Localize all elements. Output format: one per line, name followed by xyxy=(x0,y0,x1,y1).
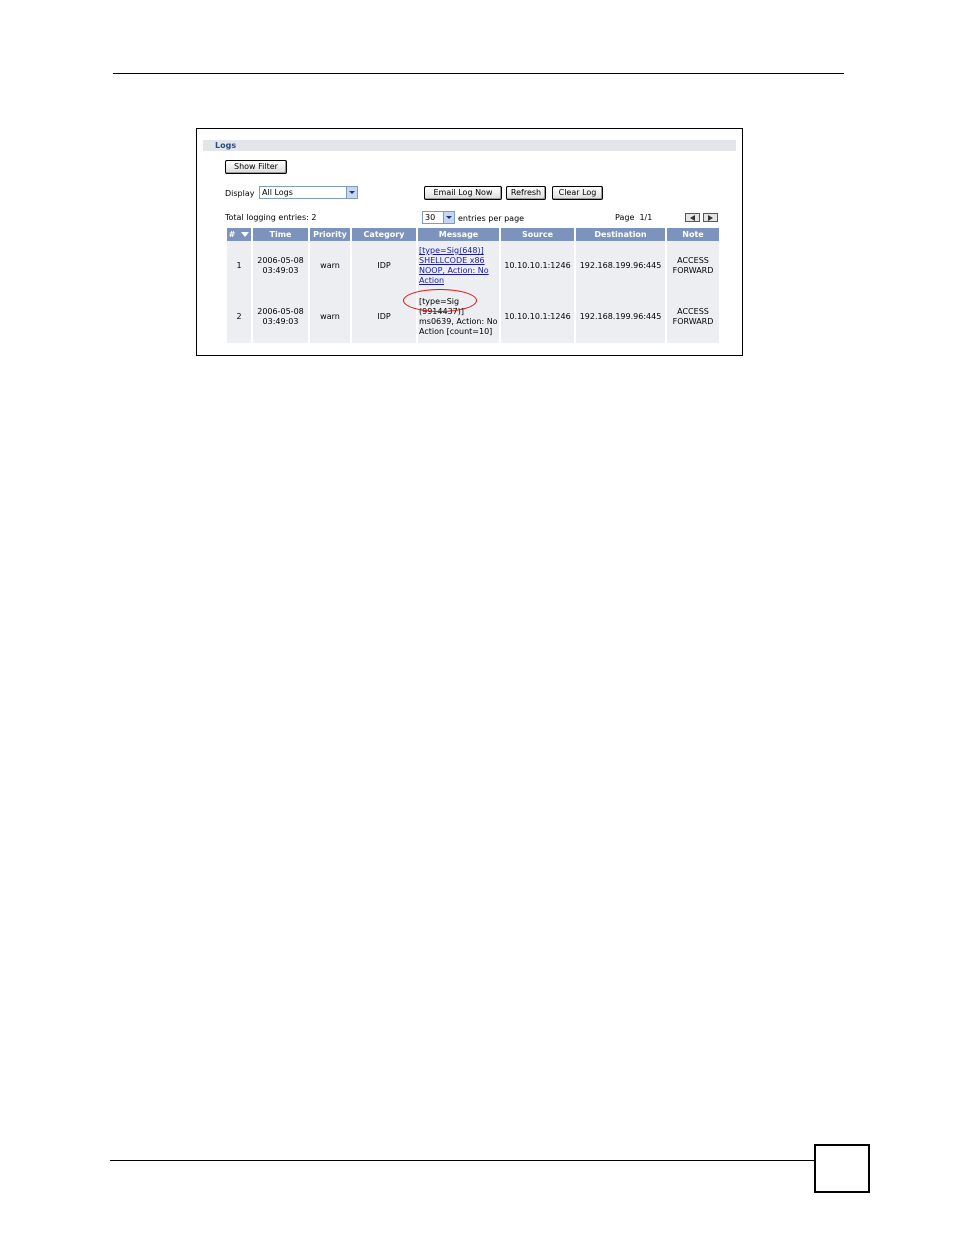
row-message: [type=Sig(648)] SHELLCODE x86 NOOP, Acti… xyxy=(418,241,499,291)
row-note: ACCESS FORWARD xyxy=(667,291,719,343)
section-title: Logs xyxy=(203,140,736,151)
show-filter-button[interactable]: Show Filter xyxy=(225,160,287,174)
chevron-down-icon[interactable] xyxy=(443,212,454,223)
logs-table: # Time Priority Category Message Source … xyxy=(225,228,721,343)
row-destination: 192.168.199.96:445 xyxy=(576,291,665,343)
email-log-now-button[interactable]: Email Log Now xyxy=(424,186,502,200)
column-header-category[interactable]: Category xyxy=(352,228,416,241)
display-select[interactable]: All Logs xyxy=(259,186,358,199)
entries-per-page-value: 30 xyxy=(425,213,436,222)
highlight-ellipse xyxy=(403,289,477,312)
column-header-destination[interactable]: Destination xyxy=(576,228,665,241)
page-number-box xyxy=(814,1144,870,1193)
arrow-left-icon[interactable] xyxy=(685,213,700,222)
row-priority: warn xyxy=(310,241,350,291)
display-label: Display xyxy=(225,189,255,198)
row-number: 1 xyxy=(227,241,251,291)
column-header-note[interactable]: Note xyxy=(667,228,719,241)
column-header-time[interactable]: Time xyxy=(253,228,308,241)
column-header-number[interactable]: # xyxy=(227,228,251,241)
row-time: 2006-05-08 03:49:03 xyxy=(253,241,308,291)
row-note: ACCESS FORWARD xyxy=(667,241,719,291)
entries-per-page-label: entries per page xyxy=(458,214,525,223)
sort-down-icon[interactable] xyxy=(241,232,250,237)
arrow-right-icon[interactable] xyxy=(703,213,718,222)
column-header-message[interactable]: Message xyxy=(418,228,499,241)
column-header-priority[interactable]: Priority xyxy=(310,228,350,241)
message-link[interactable]: [type=Sig(648)] SHELLCODE x86 NOOP, Acti… xyxy=(419,246,489,285)
row-number: 2 xyxy=(227,291,251,343)
row-priority: warn xyxy=(310,291,350,343)
table-row: 1 2006-05-08 03:49:03 warn IDP [type=Sig(… xyxy=(227,241,719,291)
clear-log-button[interactable]: Clear Log xyxy=(552,186,603,200)
row-destination: 192.168.199.96:445 xyxy=(576,241,665,291)
chevron-down-icon[interactable] xyxy=(346,187,357,198)
display-select-value: All Logs xyxy=(262,188,293,197)
total-entries-text: Total logging entries: 2 xyxy=(225,213,317,222)
row-source: 10.10.10.1:1246 xyxy=(501,291,574,343)
column-header-source[interactable]: Source xyxy=(501,228,574,241)
row-time: 2006-05-08 03:49:03 xyxy=(253,291,308,343)
page-indicator: Page 1/1 xyxy=(615,213,653,222)
refresh-button[interactable]: Refresh xyxy=(506,186,546,200)
logs-screen: Logs Show Filter Display All Logs Email … xyxy=(196,128,743,356)
row-category: IDP xyxy=(352,241,416,291)
entries-per-page-select[interactable]: 30 xyxy=(422,211,455,224)
header-rule xyxy=(113,73,844,74)
row-source: 10.10.10.1:1246 xyxy=(501,241,574,291)
table-header-row: # Time Priority Category Message Source … xyxy=(227,228,719,241)
footer-rule xyxy=(110,1160,814,1161)
